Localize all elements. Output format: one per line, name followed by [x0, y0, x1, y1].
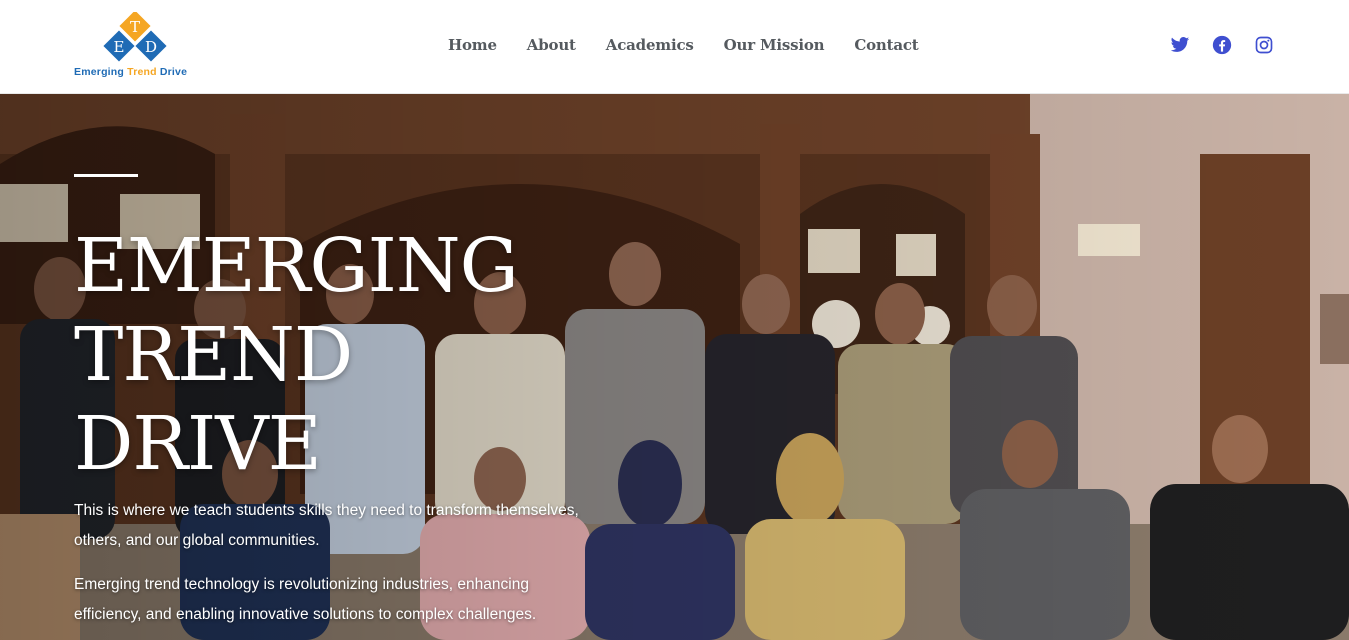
hero-paragraph-2: Emerging trend technology is revolutioni…: [74, 576, 537, 623]
hero-paragraph-1: This is where we teach students skills t…: [74, 502, 579, 549]
social-links: [1170, 35, 1274, 55]
nav-about[interactable]: About: [527, 36, 576, 54]
hero-title-line: DRIVE: [74, 401, 322, 487]
site-logo[interactable]: T E D Emerging Trend Drive: [73, 12, 203, 80]
hero-title-line: EMERGING: [74, 223, 519, 309]
logo-letter-d: D: [145, 38, 157, 56]
hero-title: EMERGING TREND DRIVE: [74, 222, 634, 489]
twitter-icon[interactable]: [1170, 35, 1190, 55]
logo-letter-e: E: [114, 38, 125, 56]
hero-title-line: TREND: [74, 312, 353, 398]
nav-home[interactable]: Home: [448, 36, 497, 54]
hero-accent-line: [74, 174, 138, 177]
facebook-icon[interactable]: [1212, 35, 1232, 55]
main-nav: Home About Academics Our Mission Contact: [448, 36, 949, 54]
instagram-icon[interactable]: [1254, 35, 1274, 55]
nav-academics[interactable]: Academics: [606, 36, 694, 54]
logo-letter-t: T: [130, 18, 140, 36]
site-header: T E D Emerging Trend Drive Home About Ac…: [0, 0, 1349, 94]
hero-section: EMERGING TREND DRIVE This is where we te…: [0, 94, 1349, 640]
logo-wordmark: Emerging Trend Drive: [74, 66, 188, 78]
nav-contact[interactable]: Contact: [854, 36, 918, 54]
nav-our-mission[interactable]: Our Mission: [724, 36, 825, 54]
